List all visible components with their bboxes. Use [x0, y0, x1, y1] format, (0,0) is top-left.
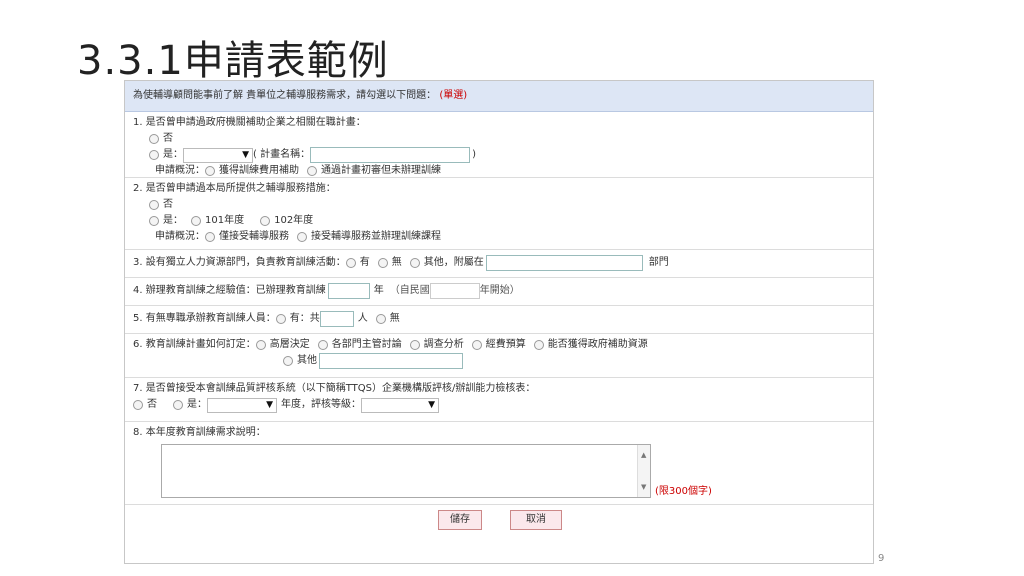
q1-status-opt1-label: 獲得訓練費用補助 — [219, 165, 299, 176]
q5-no-label: 無 — [389, 313, 400, 324]
question-8: 8. 本年度教育訓練需求說明： ▲ ▼ (限300個字) — [125, 422, 873, 505]
q1-status-opt2-label: 通過計畫初審但未辦理訓練 — [321, 165, 441, 176]
q6-opt6-label: 其他 — [297, 355, 317, 366]
q1-year-select[interactable]: ▼ — [183, 147, 253, 163]
q6-opt3-radio[interactable] — [409, 340, 420, 350]
button-bar: 儲存 取消 — [125, 505, 873, 530]
header-text: 為使輔導顧問能事前了解 貴單位之輔導服務需求，請勾選以下問題： — [133, 90, 437, 101]
q2-no-label: 否 — [163, 199, 173, 210]
question-3: 3. 設有獨立人力資源部門，負責教育訓練活動： 有 無 其他，附屬在 部門 — [125, 250, 873, 278]
q2-yes-radio[interactable] — [149, 216, 159, 226]
q1-no-radio[interactable] — [149, 134, 159, 144]
q3-yes-radio[interactable] — [345, 258, 356, 268]
q1-label: 1. 是否曾申請過政府機關補助企業之相關在職計畫： — [133, 117, 366, 128]
q2-yes-label: 是： — [163, 215, 183, 226]
question-4: 4. 辦理教育訓練之經驗值：已辦理教育訓練 年 （自民國 年開始） — [125, 278, 873, 306]
question-5: 5. 有無專職承辦教育訓練人員： 有：共 人 無 — [125, 306, 873, 334]
q3-other-radio[interactable] — [409, 258, 420, 268]
q7-yes-label: 是： — [187, 399, 207, 410]
q6-opt2-label: 各部門主管討論 — [331, 339, 402, 350]
q5-count-input[interactable] — [319, 311, 354, 327]
q3-other-label: 其他，附屬在 — [423, 257, 484, 268]
q7-grade-select[interactable]: ▼ — [361, 397, 439, 413]
q7-year-label: 年度，評核等級： — [281, 399, 361, 410]
q8-scrollbar[interactable]: ▲ ▼ — [637, 445, 650, 497]
question-2: 2. 是否曾申請過本局所提供之輔導服務措施： 否 是： 101年度 102年度 … — [125, 178, 873, 250]
q1-plan-name-label: ( 計畫名稱： — [253, 149, 311, 160]
q1-yes-label: 是： — [163, 149, 183, 160]
q4-year-unit: 年 — [373, 285, 384, 296]
q7-no-label: 否 — [147, 399, 157, 410]
cancel-button[interactable]: 取消 — [510, 510, 562, 530]
q6-opt6-radio[interactable] — [283, 356, 293, 366]
save-button[interactable]: 儲存 — [438, 510, 482, 530]
q3-no-radio[interactable] — [377, 258, 388, 268]
q1-status-opt2-radio[interactable] — [307, 166, 317, 176]
q4-years-input[interactable] — [327, 283, 370, 299]
q1-plan-name-input[interactable] — [310, 147, 471, 163]
q6-opt1-label: 高層決定 — [269, 339, 310, 350]
q1-no-label: 否 — [163, 133, 173, 144]
q1-plan-close: ) — [472, 149, 476, 160]
q6-opt1-radio[interactable] — [255, 340, 266, 350]
q6-other-input[interactable] — [319, 353, 463, 369]
q6-opt5-label: 能否獲得政府補助資源 — [547, 339, 648, 350]
q3-label: 3. 設有獨立人力資源部門，負責教育訓練活動： — [133, 257, 346, 268]
page-number: 9 — [878, 553, 885, 564]
q4-since-close: 年開始） — [479, 285, 520, 296]
q3-yes-label: 有 — [359, 257, 370, 268]
q2-status-opt1-label: 僅接受輔導服務 — [219, 231, 289, 242]
q7-label: 7. 是否曾接受本會訓練品質評核系統（以下簡稱TTQS）企業機構版評核/辦訓能力… — [133, 383, 536, 394]
q2-status-opt1-radio[interactable] — [205, 232, 215, 242]
application-form: 為使輔導顧問能事前了解 貴單位之輔導服務需求，請勾選以下問題： (單選) 1. … — [124, 80, 874, 564]
q1-status-label: 申請概況： — [155, 165, 205, 176]
q2-year2-label: 102年度 — [274, 215, 314, 226]
q2-year1-label: 101年度 — [205, 215, 245, 226]
q3-dept-label: 部門 — [648, 257, 669, 268]
q5-unit: 人 — [357, 313, 368, 324]
q6-label: 6. 教育訓練計畫如何訂定： — [133, 339, 256, 350]
question-1: 1. 是否曾申請過政府機關補助企業之相關在職計畫： 否 是： ▼ ( 計畫名稱：… — [125, 112, 873, 178]
q7-no-radio[interactable] — [133, 400, 143, 410]
q2-no-radio[interactable] — [149, 200, 159, 210]
q4-since-year-input[interactable] — [429, 283, 480, 299]
q7-year-select[interactable]: ▼ — [207, 397, 277, 413]
q3-no-label: 無 — [391, 257, 402, 268]
q7-yes-radio[interactable] — [173, 400, 183, 410]
question-6: 6. 教育訓練計畫如何訂定： 高層決定 各部門主管討論 調查分析 經費預算 能否… — [125, 334, 873, 378]
q5-no-radio[interactable] — [375, 314, 386, 324]
q2-label: 2. 是否曾申請過本局所提供之輔導服務措施： — [133, 183, 336, 194]
header-note: (單選) — [439, 90, 468, 101]
q6-opt3-label: 調查分析 — [423, 339, 464, 350]
chevron-down-icon: ▼ — [266, 399, 273, 410]
q2-status-opt2-label: 接受輔導服務並辦理訓練課程 — [311, 231, 441, 242]
chevron-down-icon: ▼ — [242, 149, 249, 160]
q5-yes-label: 有：共 — [289, 313, 320, 324]
q6-opt5-radio[interactable] — [533, 340, 544, 350]
q2-year2-checkbox[interactable] — [260, 216, 271, 226]
q3-dept-input[interactable] — [485, 255, 643, 271]
q2-status-label: 申請概況： — [155, 231, 205, 242]
question-7: 7. 是否曾接受本會訓練品質評核系統（以下簡稱TTQS）企業機構版評核/辦訓能力… — [125, 378, 873, 422]
q5-yes-radio[interactable] — [275, 314, 286, 324]
chevron-down-icon: ▼ — [428, 399, 435, 410]
q4-label: 4. 辦理教育訓練之經驗值：已辦理教育訓練 — [133, 285, 326, 296]
slide-title: 3.3.1申請表範例 — [77, 38, 389, 84]
q8-char-limit: (限300個字) — [655, 486, 712, 497]
form-header: 為使輔導顧問能事前了解 貴單位之輔導服務需求，請勾選以下問題： (單選) — [125, 81, 873, 112]
scroll-up-icon[interactable]: ▲ — [641, 447, 646, 463]
q8-needs-textarea[interactable]: ▲ ▼ — [161, 444, 651, 498]
q4-since-open: （自民國 — [389, 285, 430, 296]
q1-status-opt1-radio[interactable] — [205, 166, 215, 176]
q2-status-opt2-radio[interactable] — [297, 232, 307, 242]
q6-opt4-label: 經費預算 — [485, 339, 526, 350]
scroll-down-icon[interactable]: ▼ — [641, 479, 646, 495]
q6-opt2-radio[interactable] — [317, 340, 328, 350]
q1-yes-radio[interactable] — [149, 150, 159, 160]
q8-label: 8. 本年度教育訓練需求說明： — [133, 427, 266, 438]
q5-label: 5. 有無專職承辦教育訓練人員： — [133, 313, 276, 324]
q2-year1-checkbox[interactable] — [191, 216, 201, 226]
q6-opt4-radio[interactable] — [471, 340, 482, 350]
